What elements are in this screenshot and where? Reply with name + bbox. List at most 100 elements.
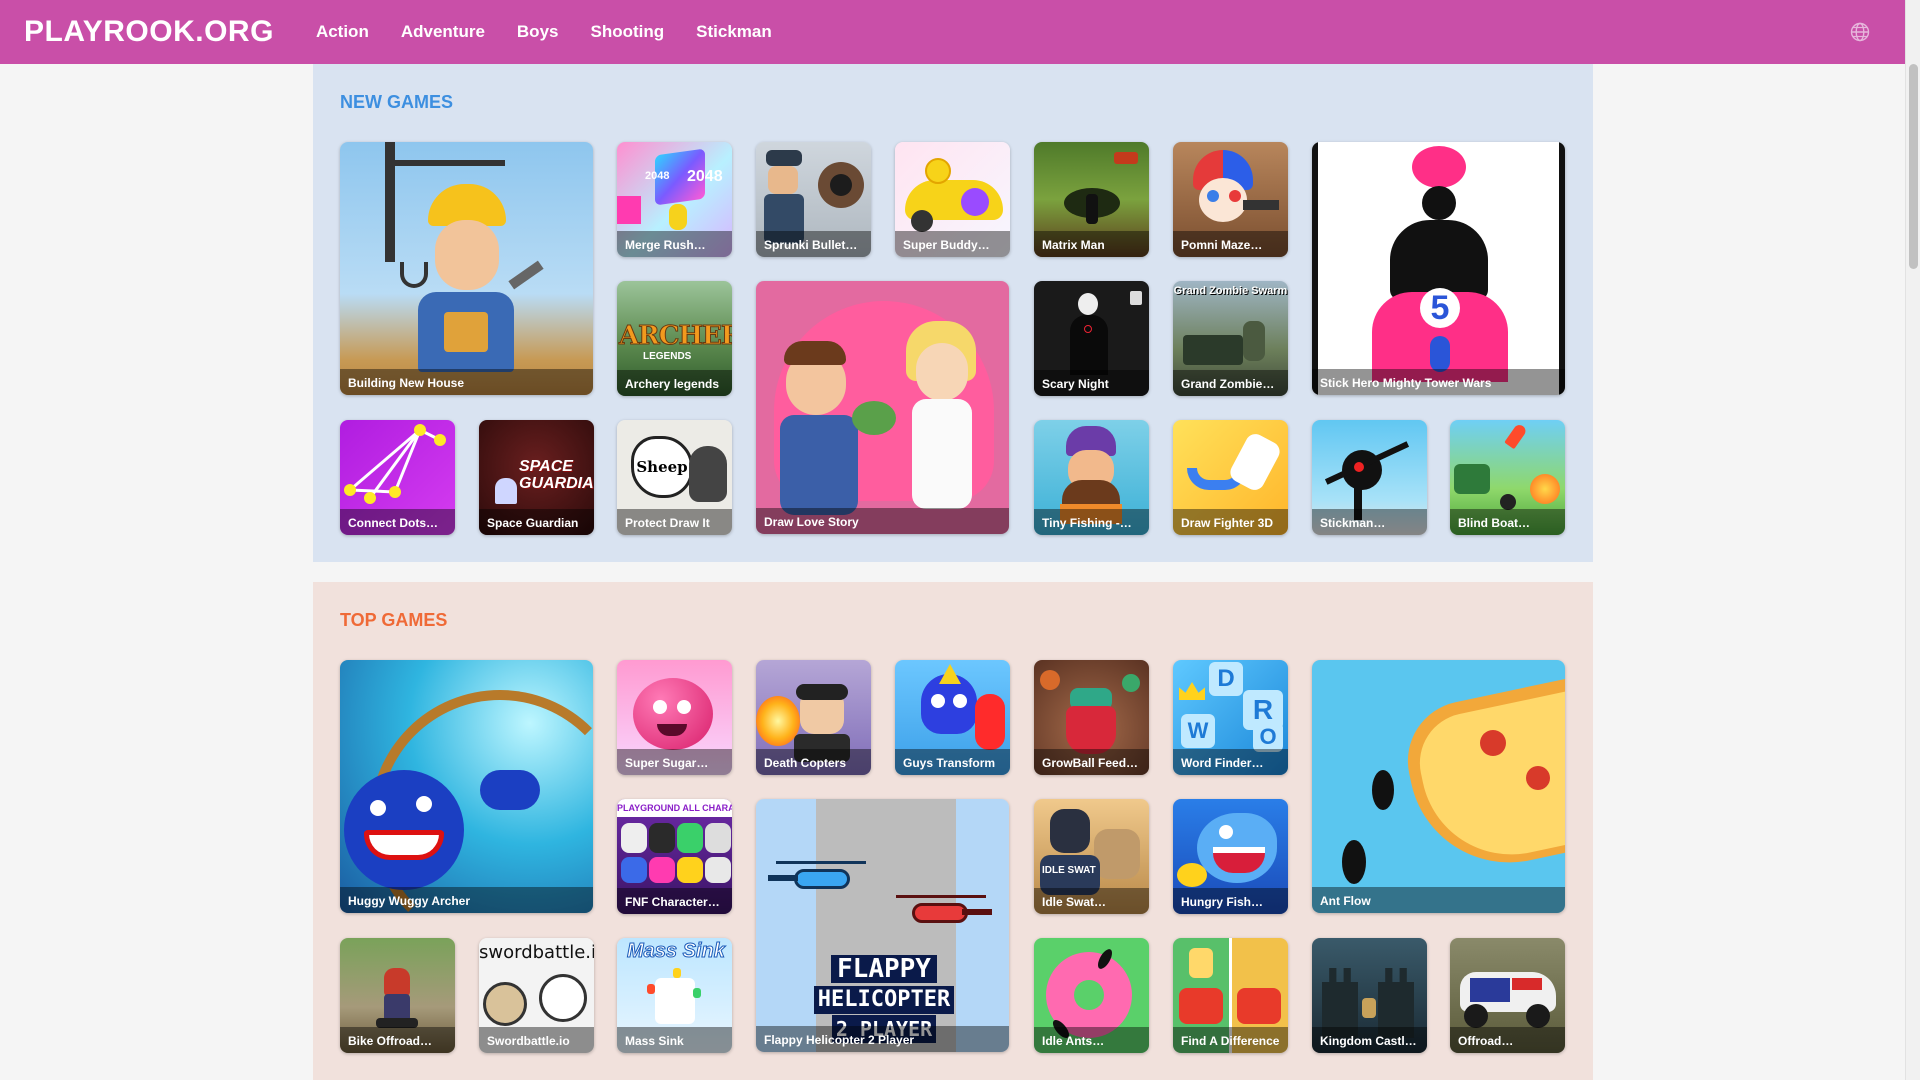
thumb-label: Grand Zombie Swarm [1173, 285, 1288, 297]
game-title: Merge Rush… [617, 231, 732, 257]
top-games-grid: Huggy Wuggy Archer Super Sugar… Death Co… [340, 660, 1565, 1053]
game-title: Tiny Fishing -… [1034, 509, 1149, 535]
thumb-label: Sheep [631, 436, 693, 498]
game-title: Stickman… [1312, 509, 1427, 535]
new-games-section: NEW GAMES Building New House 2048 2048 M… [313, 64, 1593, 562]
game-tile-growball-feed[interactable]: GrowBall Feed… [1034, 660, 1149, 775]
top-games-section: TOP GAMES Huggy Wuggy Archer Super Sugar… [313, 582, 1593, 1080]
game-tile-idle-swat[interactable]: IDLE SWAT Idle Swat… [1034, 799, 1149, 914]
game-tile-archery-legends[interactable]: ARCHERY LEGENDS Archery legends [617, 281, 732, 396]
game-tile-pomni-maze[interactable]: Pomni Maze… [1173, 142, 1288, 257]
game-tile-super-sugar[interactable]: Super Sugar… [617, 660, 732, 775]
game-title: Swordbattle.io [479, 1027, 594, 1053]
game-tile-tiny-fishing[interactable]: Tiny Fishing -… [1034, 420, 1149, 535]
game-title: Super Sugar… [617, 749, 732, 775]
game-tile-hungry-fish[interactable]: Hungry Fish… [1173, 799, 1288, 914]
game-tile-mass-sink[interactable]: Mass Sink Mass Sink [617, 938, 732, 1053]
nav-link-adventure[interactable]: Adventure [401, 22, 485, 42]
game-tile-space-guardian[interactable]: SPACE GUARDIAN Space Guardian [479, 420, 594, 535]
game-title: Stick Hero Mighty Tower Wars [1312, 369, 1565, 395]
game-tile-draw-fighter-3d[interactable]: Draw Fighter 3D [1173, 420, 1288, 535]
game-title: Building New House [340, 369, 593, 395]
category-nav: Action Adventure Boys Shooting Stickman [316, 22, 804, 42]
thumb-label: swordbattle.io [479, 942, 594, 963]
game-tile-super-buddy[interactable]: Super Buddy… [895, 142, 1010, 257]
game-tile-fnf-character[interactable]: PLAYGROUND ALL CHARACTERS FNF Character… [617, 799, 732, 914]
game-tile-sprunki-bullet[interactable]: Sprunki Bullet… [756, 142, 871, 257]
game-title: Word Finder… [1173, 749, 1288, 775]
thumb-label: SPACE GUARDIAN [519, 458, 594, 492]
nav-link-action[interactable]: Action [316, 22, 369, 42]
game-title: Pomni Maze… [1173, 231, 1288, 257]
scrollbar-thumb[interactable] [1909, 64, 1918, 269]
thumb-label: 2048 [687, 168, 723, 185]
game-tile-building-new-house[interactable]: Building New House [340, 142, 593, 395]
thumb-label: PLAYGROUND ALL CHARACTERS [617, 799, 732, 817]
game-tile-merge-rush[interactable]: 2048 2048 Merge Rush… [617, 142, 732, 257]
game-tile-kingdom-castle[interactable]: Kingdom Castl… [1312, 938, 1427, 1053]
game-title: Connect Dots… [340, 509, 455, 535]
game-title: Archery legends [617, 370, 732, 396]
game-tile-huggy-wuggy-archer[interactable]: Huggy Wuggy Archer [340, 660, 593, 913]
game-title: Space Guardian [479, 509, 594, 535]
new-games-grid: Building New House 2048 2048 Merge Rush…… [340, 142, 1565, 535]
game-tile-protect-draw-it[interactable]: Sheep Protect Draw It [617, 420, 732, 535]
game-title: Huggy Wuggy Archer [340, 887, 593, 913]
thumb-label: IDLE SWAT [1042, 865, 1096, 876]
page-scrollbar[interactable] [1905, 0, 1920, 1080]
game-tile-stick-hero-mighty-tower-wars[interactable]: 5 Stick Hero Mighty Tower Wars [1312, 142, 1565, 395]
game-title: Flappy Helicopter 2 Player [756, 1026, 1009, 1052]
nav-link-shooting[interactable]: Shooting [590, 22, 664, 42]
game-title: Mass Sink [617, 1027, 732, 1053]
thumb-label: FLAPPY [831, 955, 937, 983]
game-tile-scary-night[interactable]: Scary Night [1034, 281, 1149, 396]
game-title: GrowBall Feed… [1034, 749, 1149, 775]
game-tile-bike-offroad[interactable]: Bike Offroad… [340, 938, 455, 1053]
game-title: Idle Swat… [1034, 888, 1149, 914]
game-title: Scary Night [1034, 370, 1149, 396]
nav-link-stickman[interactable]: Stickman [696, 22, 772, 42]
game-tile-idle-ants[interactable]: Idle Ants… [1034, 938, 1149, 1053]
top-navigation-bar: PLAYROOK.ORG Action Adventure Boys Shoot… [0, 0, 1905, 64]
game-title: Protect Draw It [617, 509, 732, 535]
game-tile-flappy-helicopter-2-player[interactable]: FLAPPY HELICOPTER 2 PLAYER Flappy Helico… [756, 799, 1009, 1052]
game-title: Find A Difference [1173, 1027, 1288, 1053]
globe-icon[interactable] [1850, 22, 1870, 42]
game-tile-guys-transform[interactable]: Guys Transform [895, 660, 1010, 775]
game-tile-stickman[interactable]: Stickman… [1312, 420, 1427, 535]
thumb-label: W [1181, 714, 1215, 748]
game-tile-word-finder[interactable]: D R W O Word Finder… [1173, 660, 1288, 775]
game-title: Guys Transform [895, 749, 1010, 775]
game-tile-grand-zombie[interactable]: Grand Zombie Swarm Grand Zombie… [1173, 281, 1288, 396]
game-title: Bike Offroad… [340, 1027, 455, 1053]
game-title: Offroad… [1450, 1027, 1565, 1053]
game-tile-offroad[interactable]: Offroad… [1450, 938, 1565, 1053]
game-title: Super Buddy… [895, 231, 1010, 257]
game-title: Death Copters [756, 749, 871, 775]
game-tile-death-copters[interactable]: Death Copters [756, 660, 871, 775]
nav-link-boys[interactable]: Boys [517, 22, 559, 42]
site-logo[interactable]: PLAYROOK.ORG [24, 15, 274, 49]
thumb-label: HELICOPTER [813, 986, 955, 1014]
game-title: Draw Love Story [756, 508, 1009, 534]
game-tile-draw-love-story[interactable]: Draw Love Story [756, 281, 1009, 534]
game-tile-ant-flow[interactable]: Ant Flow [1312, 660, 1565, 913]
new-games-heading: NEW GAMES [340, 92, 454, 112]
game-title: FNF Character… [617, 888, 732, 914]
thumb-label: ARCHERY [619, 321, 733, 352]
game-title: Draw Fighter 3D [1173, 509, 1288, 535]
game-title: Matrix Man [1034, 231, 1149, 257]
top-games-heading: TOP GAMES [340, 610, 448, 630]
thumb-label: O [1253, 722, 1283, 752]
game-title: Ant Flow [1312, 887, 1565, 913]
game-tile-swordbattle-io[interactable]: swordbattle.io Swordbattle.io [479, 938, 594, 1053]
game-tile-blind-boat[interactable]: Blind Boat… [1450, 420, 1565, 535]
game-tile-connect-dots[interactable]: Connect Dots… [340, 420, 455, 535]
thumb-label: D [1209, 662, 1243, 696]
game-title: Grand Zombie… [1173, 370, 1288, 396]
game-title: Kingdom Castl… [1312, 1027, 1427, 1053]
game-tile-find-a-difference[interactable]: Find A Difference [1173, 938, 1288, 1053]
game-title: Idle Ants… [1034, 1027, 1149, 1053]
game-title: Blind Boat… [1450, 509, 1565, 535]
game-tile-matrix-man[interactable]: Matrix Man [1034, 142, 1149, 257]
